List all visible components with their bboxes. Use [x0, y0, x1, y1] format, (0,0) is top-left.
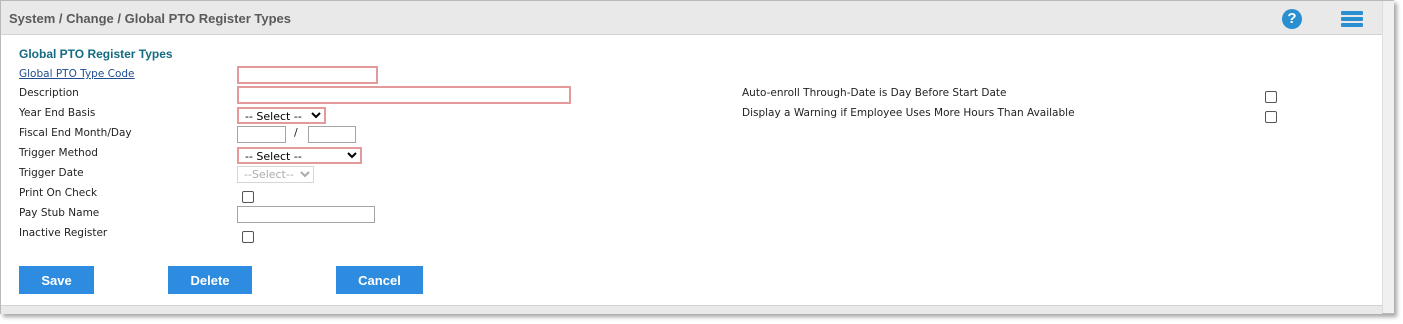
display-warning-checkbox[interactable] — [1265, 111, 1277, 123]
pay-stub-name-input[interactable] — [237, 206, 375, 223]
list-menu-icon[interactable] — [1341, 11, 1363, 27]
question-circle-icon[interactable]: ? — [1282, 9, 1302, 29]
inactive-register-checkbox[interactable] — [242, 231, 254, 243]
trigger-method-label: Trigger Method — [19, 147, 98, 159]
type-code-label[interactable]: Global PTO Type Code — [19, 68, 135, 80]
title-bar: System / Change / Global PTO Register Ty… — [1, 1, 1382, 35]
pay-stub-name-label: Pay Stub Name — [19, 207, 100, 219]
auto-enroll-checkbox[interactable] — [1265, 91, 1277, 103]
year-end-basis-select[interactable]: -- Select -- — [237, 107, 326, 124]
description-input[interactable] — [237, 86, 571, 104]
trigger-date-label: Trigger Date — [19, 167, 84, 179]
trigger-date-select[interactable]: --Select-- — [237, 166, 314, 183]
fiscal-day-input[interactable] — [308, 126, 356, 143]
breadcrumb: System / Change / Global PTO Register Ty… — [9, 11, 291, 26]
vertical-scrollbar[interactable] — [1382, 1, 1394, 313]
delete-button[interactable]: Delete — [168, 266, 252, 294]
trigger-method-select[interactable]: -- Select -- — [237, 147, 362, 164]
print-on-check-checkbox[interactable] — [242, 191, 254, 203]
footer-bar — [1, 305, 1382, 314]
type-code-input[interactable] — [237, 66, 378, 84]
display-warning-label: Display a Warning if Employee Uses More … — [742, 107, 1075, 119]
fiscal-end-label: Fiscal End Month/Day — [19, 127, 132, 139]
save-button[interactable]: Save — [19, 266, 94, 294]
inactive-register-label: Inactive Register — [19, 227, 108, 239]
print-on-check-label: Print On Check — [19, 187, 98, 199]
auto-enroll-label: Auto-enroll Through-Date is Day Before S… — [742, 87, 1007, 99]
year-end-basis-label: Year End Basis — [19, 107, 96, 119]
fiscal-month-input[interactable] — [237, 126, 286, 143]
section-title: Global PTO Register Types — [19, 47, 173, 61]
pto-register-panel: System / Change / Global PTO Register Ty… — [0, 0, 1394, 314]
fiscal-separator: / — [294, 126, 298, 139]
cancel-button[interactable]: Cancel — [336, 266, 423, 294]
description-label: Description — [19, 87, 79, 99]
